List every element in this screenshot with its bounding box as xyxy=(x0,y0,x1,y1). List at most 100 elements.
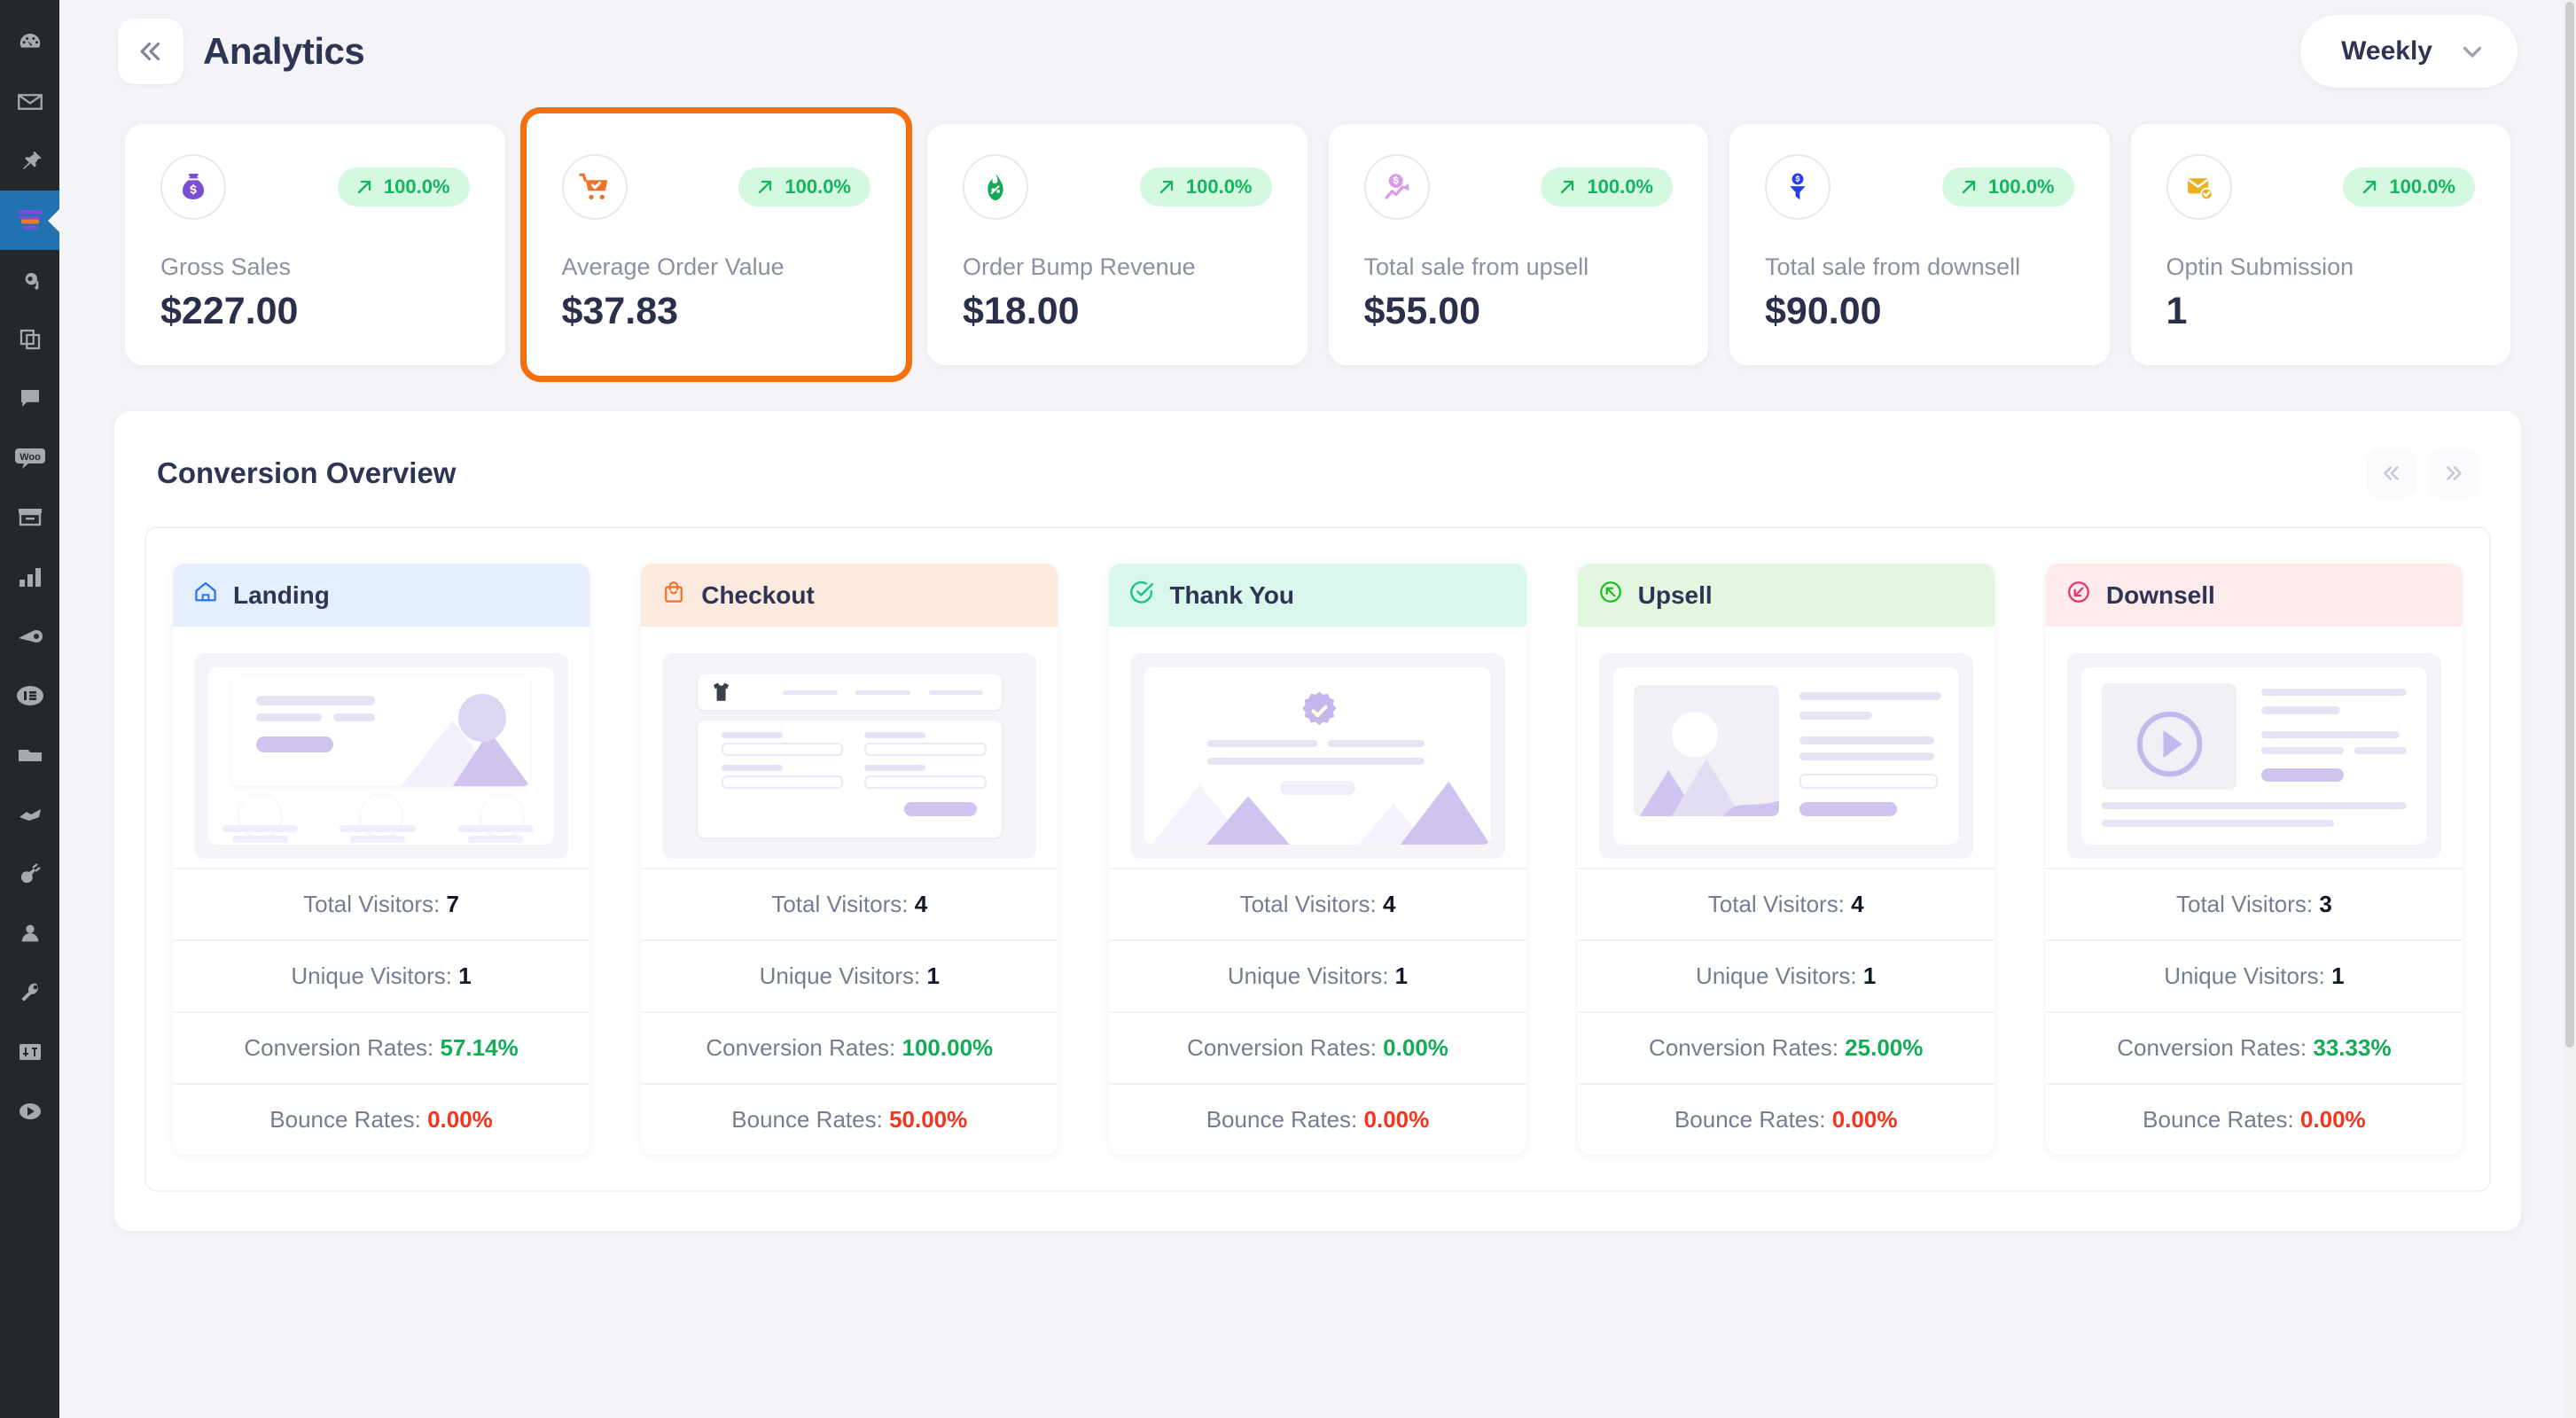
money-bag-icon xyxy=(182,173,205,199)
funnel-step-title: Thank You xyxy=(1169,580,1294,609)
funnel-icon xyxy=(17,209,43,229)
total-visitors-label: Total Visitors: xyxy=(2176,891,2314,917)
total-visitors-value: 7 xyxy=(446,891,459,917)
stat-card-value: 1 xyxy=(2166,290,2188,332)
stat-card-label: Optin Submission xyxy=(2166,253,2354,280)
funnel-step-upsell[interactable]: Upsell Total Visitors: 4 Unique Visitors: … xyxy=(1577,564,1994,1155)
stat-trend-value: 100.0% xyxy=(2389,175,2455,198)
pages-icon xyxy=(20,329,40,349)
sidebar-item-analytics[interactable] xyxy=(0,547,59,606)
sidebar-item-mail[interactable] xyxy=(0,72,59,131)
arrow-up-right-icon xyxy=(1962,180,1976,194)
sidebar-item-elementor[interactable] xyxy=(0,666,59,725)
stat-card-top: 100.0% xyxy=(160,154,470,220)
stat-card-total-sale-from-upsell[interactable]: 100.0% Total sale from upsell $55.00 xyxy=(1328,124,1708,365)
funnel-step-header: Landing xyxy=(173,564,590,627)
percent-fire-icon xyxy=(987,173,1003,200)
bounce-rate-value: 0.00% xyxy=(1831,1106,1898,1133)
stat-card-label: Total sale from upsell xyxy=(1363,253,1589,280)
funnel-step-title: Downsell xyxy=(2105,580,2215,609)
sidebar-item-products[interactable] xyxy=(0,487,59,547)
total-visitors-label: Total Visitors: xyxy=(303,891,441,917)
check-circle-icon-wrapper xyxy=(1128,579,1155,612)
page-title: Analytics xyxy=(203,30,365,72)
total-visitors-row: Total Visitors: 4 xyxy=(1577,869,1994,941)
conversion-rate-row: Conversion Rates: 57.14% xyxy=(173,1013,590,1085)
sidebar-item-settings[interactable] xyxy=(0,1022,59,1081)
conversion-next-button[interactable] xyxy=(2429,448,2478,498)
svg-text:Woo: Woo xyxy=(20,452,41,463)
sidebar-item-funnels[interactable] xyxy=(0,191,59,250)
stat-card-top: 100.0% xyxy=(561,154,870,220)
stat-card-label: Average Order Value xyxy=(561,253,785,280)
funnel-step-checkout[interactable]: Checkout Total Visitors: 4 Unique Visitors… xyxy=(641,564,1058,1155)
page-header: Analytics Weekly xyxy=(95,0,2541,103)
mail-icon xyxy=(17,93,43,110)
bounce-rate-label: Bounce Rates: xyxy=(1674,1106,1826,1133)
period-select[interactable]: Weekly xyxy=(2300,15,2517,88)
sidebar-item-posts[interactable] xyxy=(0,131,59,191)
sidebar-item-dashboard[interactable] xyxy=(0,12,59,72)
arrow-down-left-circle-icon xyxy=(2067,581,2089,603)
appearance-icon xyxy=(19,808,41,821)
unique-visitors-label: Unique Visitors: xyxy=(1696,962,1857,989)
sidebar-item-collapse-menu[interactable] xyxy=(0,1081,59,1141)
stat-card-optin-submission[interactable]: 100.0% Optin Submission 1 xyxy=(2130,124,2510,365)
sidebar-item-users[interactable] xyxy=(0,903,59,962)
funnel-step-landing[interactable]: Landing Total Visitors: 7 Unique Visitors:… xyxy=(173,564,590,1155)
conversion-overview-title: Conversion Overview xyxy=(157,456,457,489)
funnel-step-thank-you[interactable]: Thank You Total Visitors: 4 Unique Visitor… xyxy=(1109,564,1526,1155)
collapse-panel-button[interactable] xyxy=(118,19,183,84)
shopping-bag-icon xyxy=(665,581,683,603)
bounce-rate-label: Bounce Rates: xyxy=(1206,1106,1358,1133)
sidebar-item-woocommerce[interactable]: Woo xyxy=(0,428,59,487)
woo-icon: Woo xyxy=(14,448,45,469)
unique-visitors-value: 1 xyxy=(458,962,472,989)
funnel-step-downsell[interactable]: Downsell Total Visitors: 3 Unique Visitors… xyxy=(2045,564,2463,1155)
stat-card-order-bump-revenue[interactable]: 100.0% Order Bump Revenue $18.00 xyxy=(927,124,1308,365)
funnel-step-title: Checkout xyxy=(701,580,815,609)
stat-card-value: $55.00 xyxy=(1363,290,1481,332)
sidebar-item-appearance[interactable] xyxy=(0,784,59,844)
sidebar-item-templates[interactable] xyxy=(0,725,59,784)
sidebar-item-media[interactable] xyxy=(0,250,59,309)
bounce-rate-row: Bounce Rates: 0.00% xyxy=(2046,1085,2463,1155)
upsell-coin-chart-icon-wrapper xyxy=(1363,154,1430,220)
conversion-rate-value: 33.33% xyxy=(2313,1034,2392,1061)
sidebar-item-comments[interactable] xyxy=(0,369,59,428)
arrow-up-right-icon xyxy=(357,180,371,194)
stat-card-total-sale-from-downsell[interactable]: 100.0% Total sale from downsell $90.00 xyxy=(1729,124,2110,365)
thank-you-mockup xyxy=(1144,667,1491,845)
sidebar-item-plugins[interactable] xyxy=(0,844,59,903)
conversion-prev-button[interactable] xyxy=(2367,448,2416,498)
scrollbar-thumb[interactable] xyxy=(2565,2,2574,1048)
arrow-down-left-circle-icon-wrapper xyxy=(2065,579,2092,612)
checkout-mockup xyxy=(676,667,1022,845)
stat-card-label: Total sale from downsell xyxy=(1765,253,2021,280)
total-visitors-label: Total Visitors: xyxy=(1239,891,1377,917)
conversion-rate-row: Conversion Rates: 25.00% xyxy=(1577,1013,1994,1085)
page-scrollbar[interactable] xyxy=(2564,0,2576,1418)
page-mockup xyxy=(1130,653,1505,859)
stat-card-label: Order Bump Revenue xyxy=(963,253,1196,280)
downsell-funnel-coin-icon-wrapper xyxy=(1765,154,1831,220)
funnel-step-header: Checkout xyxy=(641,564,1058,627)
home-icon xyxy=(195,581,216,602)
stat-card-gross-sales[interactable]: 100.0% Gross Sales $227.00 xyxy=(125,124,505,365)
arrow-up-right-icon xyxy=(2363,180,2377,194)
stat-card-average-order-value[interactable]: 100.0% Average Order Value $37.83 xyxy=(519,107,912,382)
unique-visitors-label: Unique Visitors: xyxy=(2164,962,2325,989)
funnel-step-header: Thank You xyxy=(1109,564,1526,627)
upsell-mockup xyxy=(1612,667,1959,845)
sidebar-item-tools[interactable] xyxy=(0,962,59,1022)
period-select-label: Weekly xyxy=(2341,36,2432,66)
sidebar-item-marketing[interactable] xyxy=(0,606,59,666)
sidebar-item-pages[interactable] xyxy=(0,309,59,369)
upsell-coin-chart-icon xyxy=(1384,174,1409,199)
funnel-step-title: Landing xyxy=(233,580,330,609)
unique-visitors-label: Unique Visitors: xyxy=(1227,962,1389,989)
unique-visitors-row: Unique Visitors: 1 xyxy=(173,941,590,1013)
page-mockup xyxy=(1598,653,1973,859)
stat-trend-badge: 100.0% xyxy=(2343,168,2475,206)
stat-trend-badge: 100.0% xyxy=(738,168,870,206)
